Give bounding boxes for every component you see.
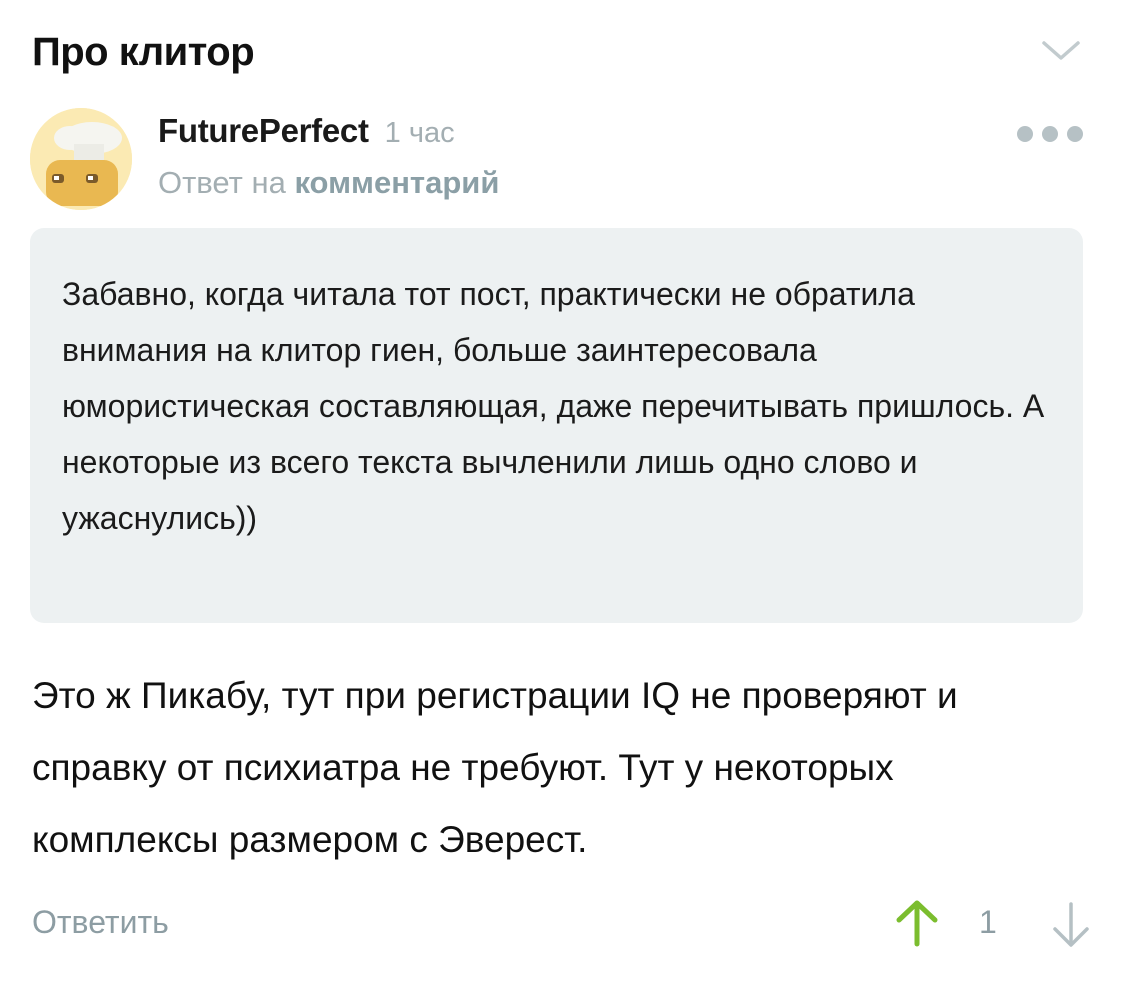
more-options-button[interactable] — [1017, 122, 1083, 146]
quoted-comment-text: Забавно, когда читала тот пост, практиче… — [62, 276, 1045, 536]
more-dots-icon — [1017, 126, 1033, 142]
vote-controls: 1 — [893, 890, 1093, 954]
reply-to-link[interactable]: комментарий — [294, 165, 499, 200]
avatar-image — [30, 108, 132, 210]
quoted-comment[interactable]: Забавно, когда читала тот пост, практиче… — [30, 228, 1083, 623]
reply-to: Ответ на комментарий — [158, 165, 499, 201]
collapse-button[interactable] — [1039, 34, 1083, 68]
reply-to-prefix: Ответ на — [158, 165, 286, 200]
comment-footer: Ответить 1 — [32, 890, 1093, 960]
post-title: Про клитор — [32, 30, 255, 74]
comment-time: 1 час — [384, 117, 455, 149]
upvote-button[interactable] — [893, 898, 941, 948]
downvote-button[interactable] — [1049, 900, 1093, 950]
post-header: Про клитор — [32, 26, 1093, 82]
comment-body: Это ж Пикабу, тут при регистрации IQ не … — [32, 675, 958, 860]
comment-meta: FuturePerfect 1 час — [158, 112, 455, 156]
arrow-up-icon — [896, 900, 938, 947]
more-dots-icon — [1042, 126, 1058, 142]
chevron-down-icon — [1042, 41, 1080, 60]
rating-count: 1 — [979, 904, 997, 940]
avatar[interactable] — [30, 108, 132, 210]
reply-button[interactable]: Ответить — [32, 904, 169, 941]
arrow-down-icon — [1053, 902, 1089, 947]
author-name[interactable]: FuturePerfect — [158, 112, 369, 149]
more-dots-icon — [1067, 126, 1083, 142]
